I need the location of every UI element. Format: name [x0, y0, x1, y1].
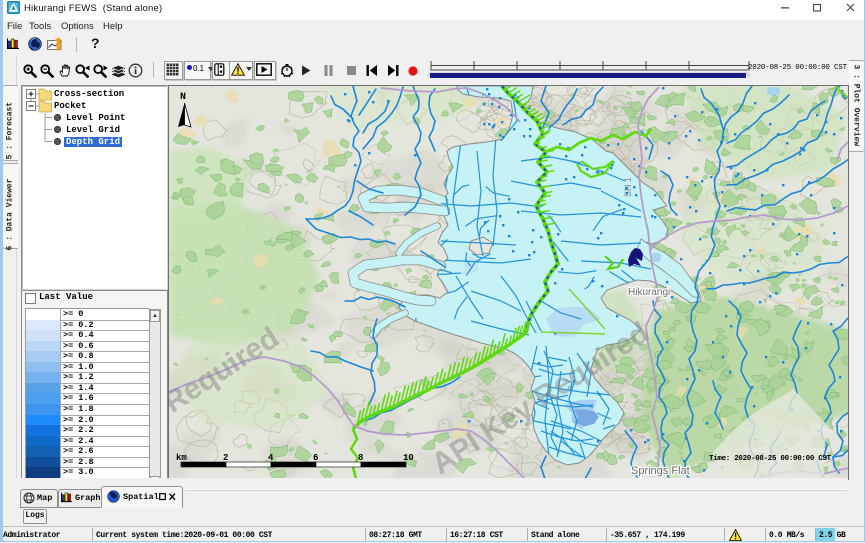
svg-text:km: km	[176, 453, 187, 463]
svg-text:Springs Flat: Springs Flat	[631, 465, 690, 477]
svg-text:10: 10	[403, 453, 414, 463]
svg-text:Hikurangi: Hikurangi	[628, 287, 670, 298]
svg-text:4: 4	[268, 453, 274, 463]
svg-text:2: 2	[223, 453, 228, 463]
svg-text:SH 1: SH 1	[623, 177, 633, 197]
svg-text:Time: 2020-08-25 00:00:00 CST: Time: 2020-08-25 00:00:00 CST	[709, 455, 832, 463]
svg-text:8: 8	[358, 453, 363, 463]
svg-text:6: 6	[313, 453, 318, 463]
svg-text:N: N	[180, 92, 186, 103]
